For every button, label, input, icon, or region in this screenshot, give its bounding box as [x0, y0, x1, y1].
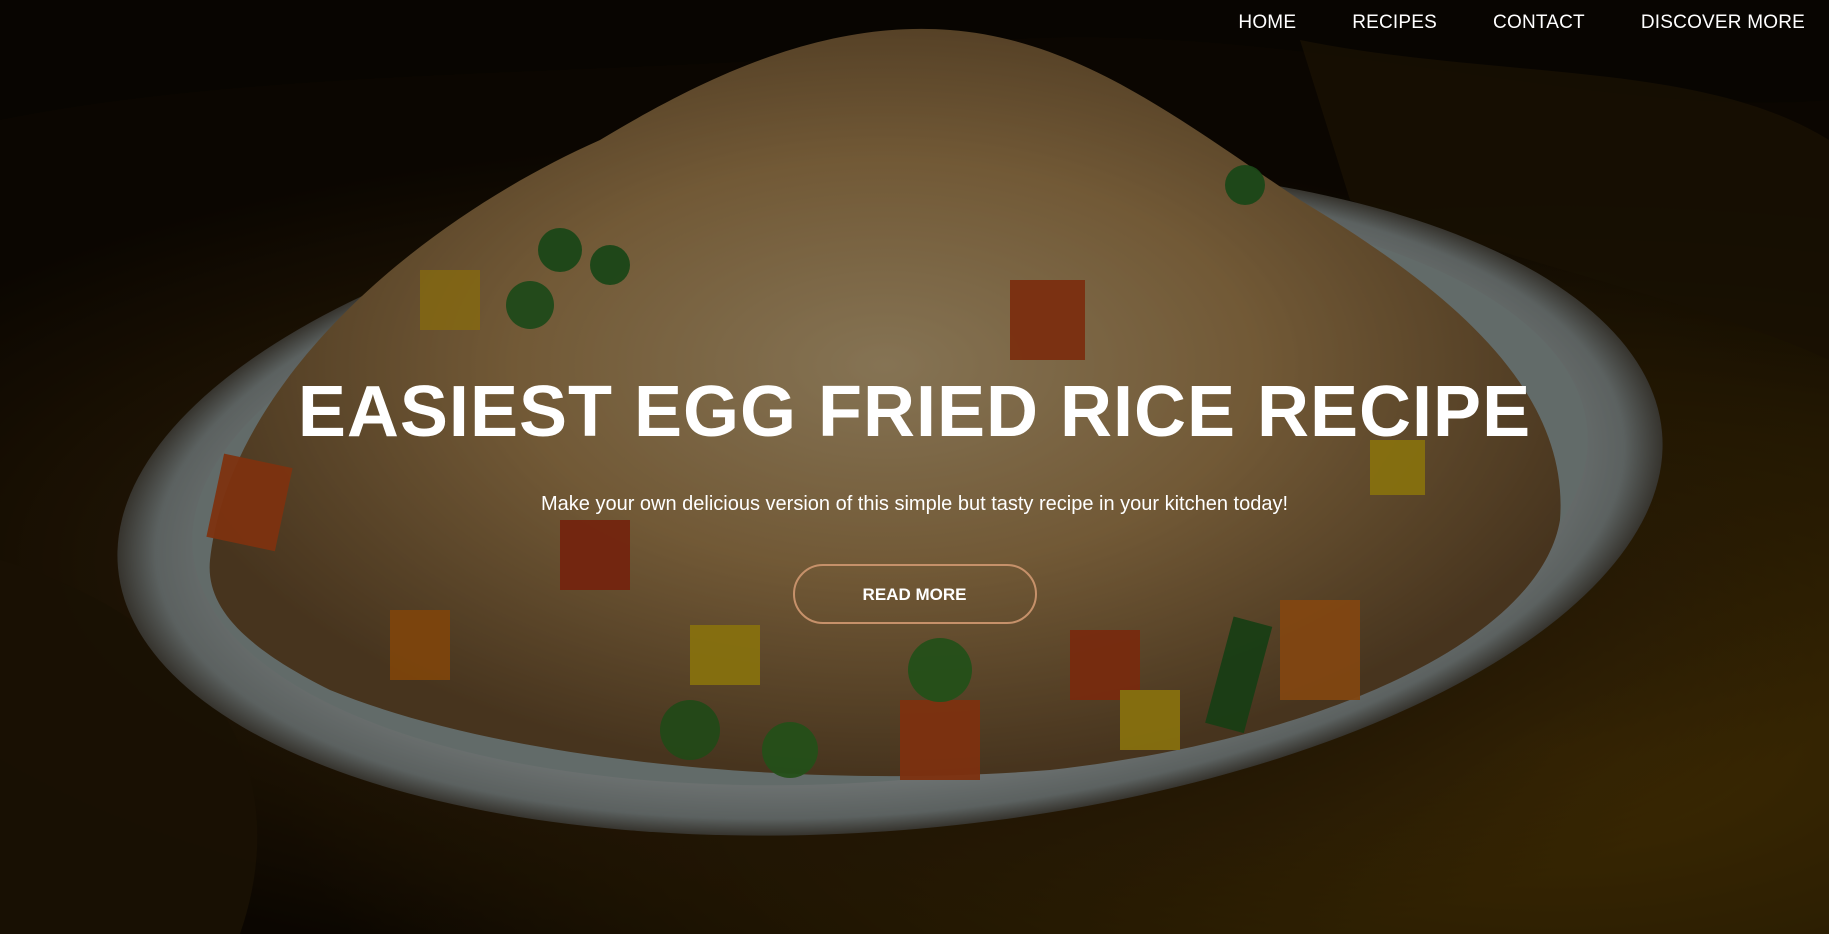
- top-navigation: HOME RECIPES CONTACT DISCOVER MORE: [1182, 0, 1829, 46]
- hero-section: HOME RECIPES CONTACT DISCOVER MORE EASIE…: [0, 0, 1829, 934]
- hero-title: EASIEST EGG FRIED RICE RECIPE: [297, 372, 1532, 452]
- read-more-button[interactable]: READ MORE: [792, 564, 1037, 624]
- nav-contact-link[interactable]: CONTACT: [1493, 12, 1585, 34]
- hero-content: EASIEST EGG FRIED RICE RECIPE Make your …: [0, 372, 1829, 624]
- hero-subtitle: Make your own delicious version of this …: [540, 493, 1289, 515]
- nav-discover-more-link[interactable]: DISCOVER MORE: [1641, 12, 1805, 34]
- nav-recipes-link[interactable]: RECIPES: [1352, 12, 1437, 34]
- nav-home-link[interactable]: HOME: [1238, 12, 1296, 34]
